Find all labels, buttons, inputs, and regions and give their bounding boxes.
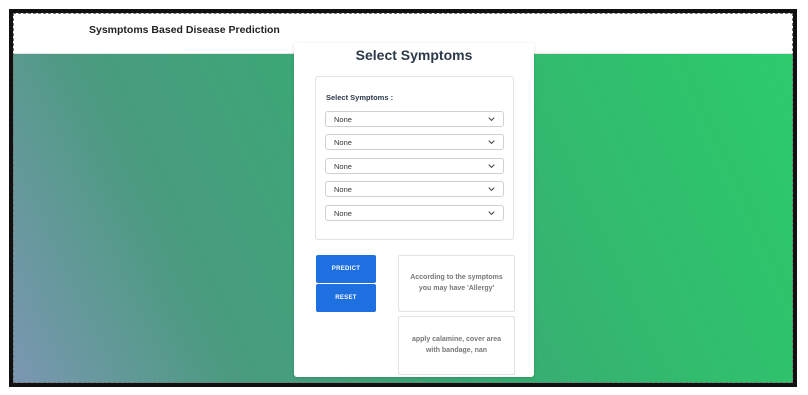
symptom-select-5[interactable]: None — [325, 205, 504, 221]
symptom-select-3-value: None — [334, 162, 352, 171]
symptom-select-1-value: None — [334, 115, 352, 124]
prediction-result-box: According to the symptoms you may have '… — [398, 255, 515, 312]
symptom-select-2[interactable]: None — [325, 134, 504, 150]
chevron-down-icon — [488, 164, 495, 169]
predict-button[interactable]: PREDICT — [316, 255, 376, 283]
select-symptoms-label: Select Symptoms : — [326, 93, 394, 102]
prediction-text: According to the symptoms you may have '… — [410, 274, 503, 292]
symptom-select-4-value: None — [334, 185, 352, 194]
treatment-result-box: apply calamine, cover area with bandage,… — [398, 316, 515, 375]
card-title: Select Symptoms — [355, 47, 473, 63]
app-title: Sysmptoms Based Disease Prediction — [89, 24, 280, 36]
symptom-select-2-value: None — [334, 138, 352, 147]
symptom-form-card: Select Symptoms Select Symptoms : None N… — [294, 43, 534, 377]
chevron-down-icon — [488, 187, 495, 192]
treatment-text: apply calamine, cover area with bandage,… — [411, 336, 502, 354]
symptom-select-4[interactable]: None — [325, 181, 504, 197]
symptom-select-3[interactable]: None — [325, 158, 504, 174]
symptom-select-5-value: None — [334, 209, 352, 218]
symptom-select-1[interactable]: None — [325, 111, 504, 127]
chevron-down-icon — [488, 117, 495, 122]
symptom-select-panel: Select Symptoms : None None None None No… — [315, 76, 514, 240]
reset-button[interactable]: RESET — [316, 284, 376, 312]
app-window: Sysmptoms Based Disease Prediction Selec… — [9, 9, 797, 387]
chevron-down-icon — [488, 140, 495, 145]
chevron-down-icon — [488, 211, 495, 216]
